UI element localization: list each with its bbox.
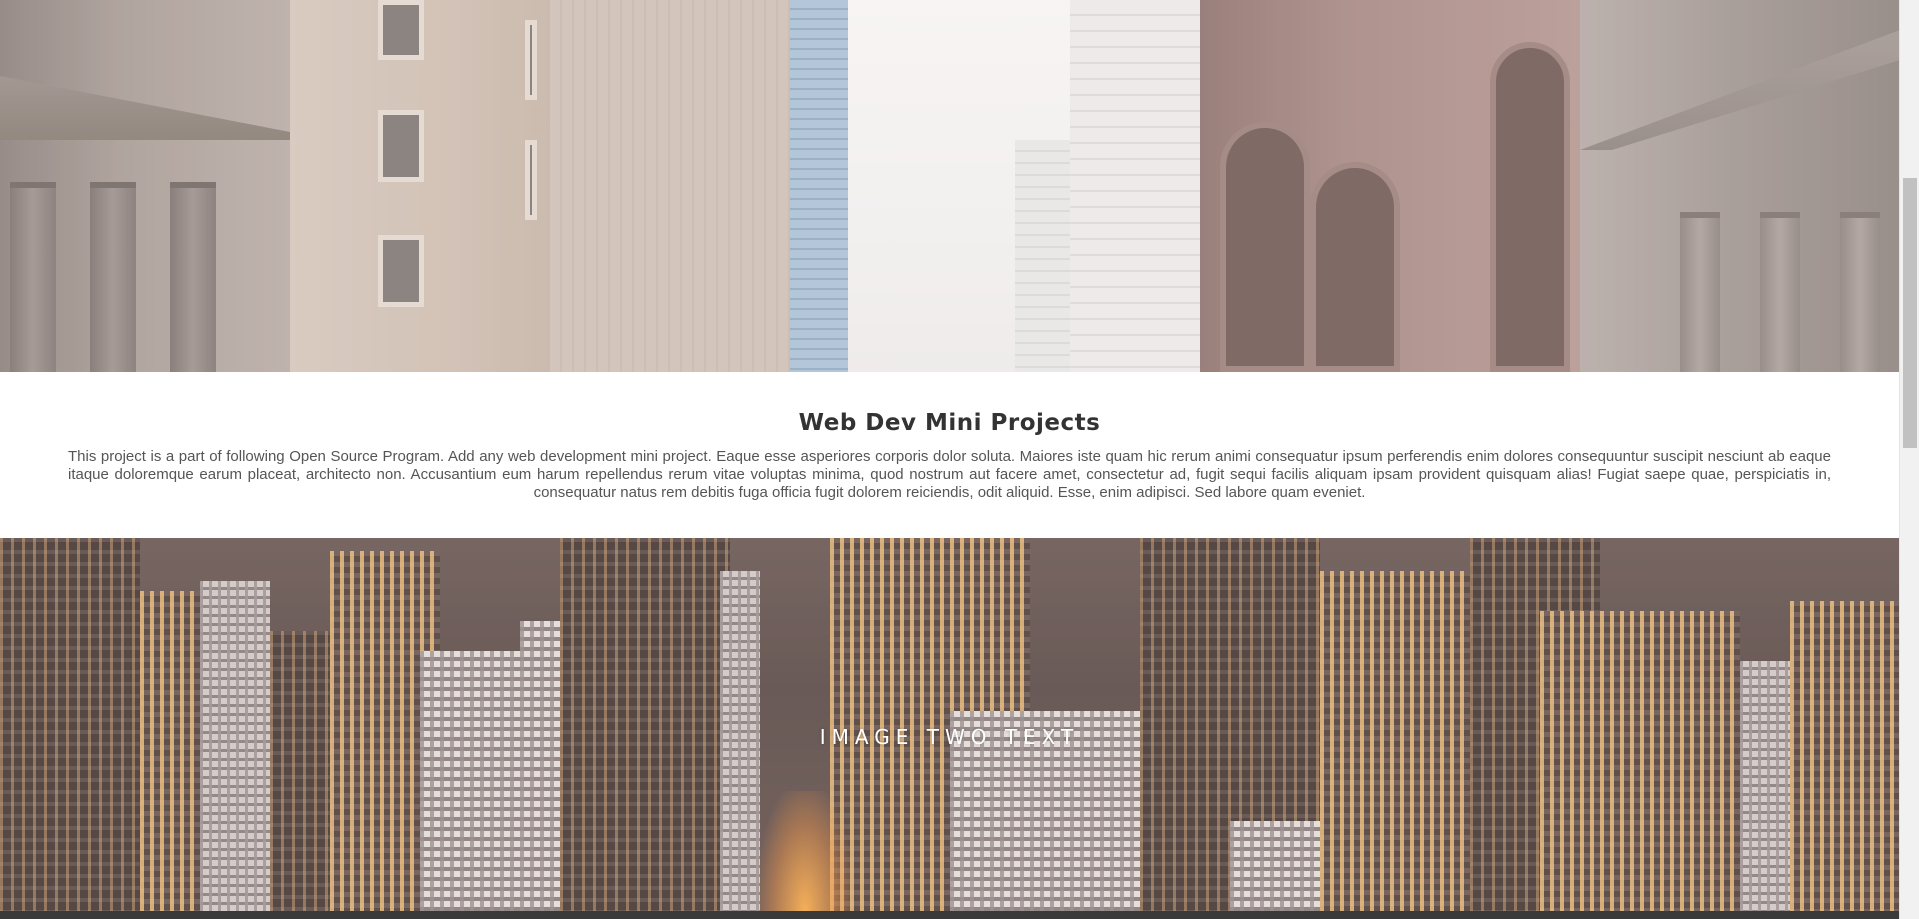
- scrollbar-thumb[interactable]: [1903, 178, 1917, 448]
- image-two-caption: IMAGE TWO TEXT: [819, 725, 1080, 749]
- page-viewport: Web Dev Mini Projects This project is a …: [0, 0, 1899, 919]
- parallax-image-two: IMAGE TWO TEXT: [0, 538, 1899, 911]
- section-heading: Web Dev Mini Projects: [798, 410, 1101, 436]
- vertical-scrollbar[interactable]: [1899, 0, 1919, 919]
- image-light-overlay: [0, 0, 1899, 372]
- page: Web Dev Mini Projects This project is a …: [0, 0, 1919, 919]
- content-section: Web Dev Mini Projects This project is a …: [0, 372, 1899, 538]
- section-paragraph: This project is a part of following Open…: [68, 448, 1831, 501]
- next-section-edge: [0, 911, 1899, 919]
- parallax-image-one: [0, 0, 1899, 372]
